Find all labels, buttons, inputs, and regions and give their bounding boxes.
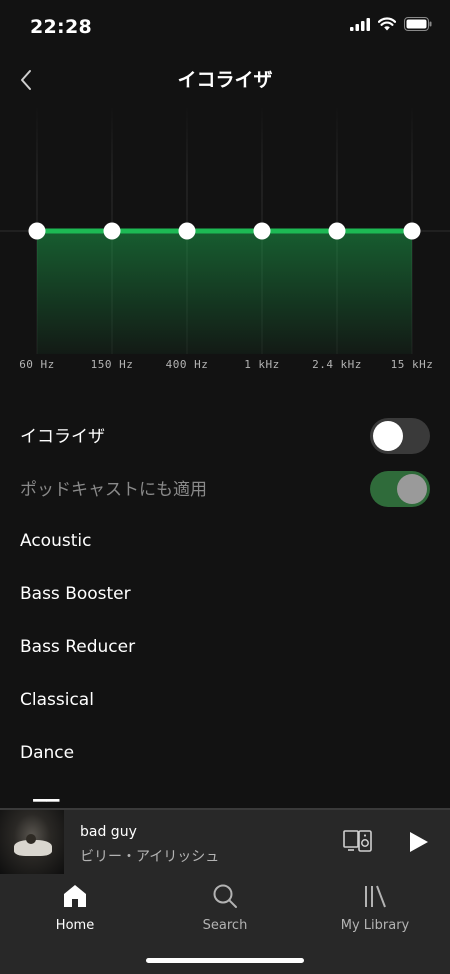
equalizer-toggle-label: イコライザ: [20, 427, 105, 447]
eq-band-handle-150-hz[interactable]: [103, 222, 121, 240]
eq-band-label: 1 kHz: [244, 358, 280, 371]
toggle-knob: [373, 421, 403, 451]
eq-band-handle-15-khz[interactable]: [403, 222, 421, 240]
eq-band-handle-60-hz[interactable]: [28, 222, 46, 240]
eq-band-label: 60 Hz: [19, 358, 55, 371]
mini-player[interactable]: bad guy ビリー・アイリッシュ: [0, 808, 450, 874]
preset-label: Bass Booster: [20, 583, 131, 604]
toggle-knob: [397, 474, 427, 504]
tab-search[interactable]: Search: [150, 880, 300, 942]
equalizer-toggle-row[interactable]: イコライザ: [0, 408, 450, 461]
album-art[interactable]: [0, 810, 64, 874]
tab-home[interactable]: Home: [0, 880, 150, 942]
tab-my-library[interactable]: My Library: [300, 880, 450, 942]
tab-bar: Home Search My Library: [0, 874, 450, 974]
track-title: bad guy: [80, 824, 137, 840]
home-indicator: [146, 958, 304, 963]
preset-dance[interactable]: Dance: [0, 726, 450, 779]
search-icon: [209, 880, 241, 912]
preset-label: Acoustic: [20, 530, 92, 551]
podcast-toggle-row[interactable]: ポッドキャストにも適用: [0, 461, 450, 514]
preset-classical[interactable]: Classical: [0, 673, 450, 726]
devices-button[interactable]: [342, 828, 374, 856]
eq-band-handle-1-khz[interactable]: [253, 222, 271, 240]
home-icon: [59, 880, 91, 912]
equalizer-toggle[interactable]: [370, 418, 430, 454]
library-icon: [359, 880, 391, 912]
status-bar: 22:28: [0, 0, 450, 56]
eq-band-label: 150 Hz: [90, 358, 134, 371]
eq-curve-fill: [37, 231, 412, 354]
play-icon: [410, 832, 428, 852]
tab-home-label: Home: [55, 918, 95, 933]
eq-band-handle-400-hz[interactable]: [178, 222, 196, 240]
preset-label: Dance: [20, 742, 75, 763]
album-art-figure-head: [26, 834, 36, 844]
eq-band-label: 400 Hz: [165, 358, 209, 371]
header: イコライザ: [0, 56, 450, 104]
status-icons: [350, 17, 432, 31]
track-artist: ビリー・アイリッシュ: [80, 849, 220, 865]
equalizer-graph[interactable]: 60 Hz 150 Hz 400 Hz 1 kHz 2.4 kHz 15 kHz: [0, 104, 450, 384]
eq-band-label: 2.4 kHz: [312, 358, 362, 371]
page-title: イコライザ: [177, 69, 273, 91]
podcast-toggle-label: ポッドキャストにも適用: [20, 480, 207, 500]
preset-label: Classical: [20, 689, 94, 710]
devices-icon: [343, 830, 372, 852]
preset-bass-reducer[interactable]: Bass Reducer: [0, 620, 450, 673]
tab-search-label: Search: [202, 918, 248, 933]
play-button[interactable]: [402, 828, 434, 856]
battery-icon: [404, 17, 432, 31]
eq-band-handle-2-4-khz[interactable]: [328, 222, 346, 240]
preset-acoustic[interactable]: Acoustic: [0, 514, 450, 567]
preset-bass-booster[interactable]: Bass Booster: [0, 567, 450, 620]
wifi-icon: [378, 17, 396, 31]
equalizer-settings-list: イコライザ ポッドキャストにも適用 Acoustic Bass Booster …: [0, 408, 450, 779]
eq-band-label: 15 kHz: [390, 358, 434, 371]
tab-my-library-label: My Library: [340, 918, 410, 933]
status-time: 22:28: [30, 16, 92, 38]
podcast-toggle[interactable]: [370, 471, 430, 507]
equalizer-chart[interactable]: [0, 104, 450, 354]
cellular-signal-icon: [350, 17, 370, 31]
preset-label: Bass Reducer: [20, 636, 136, 657]
